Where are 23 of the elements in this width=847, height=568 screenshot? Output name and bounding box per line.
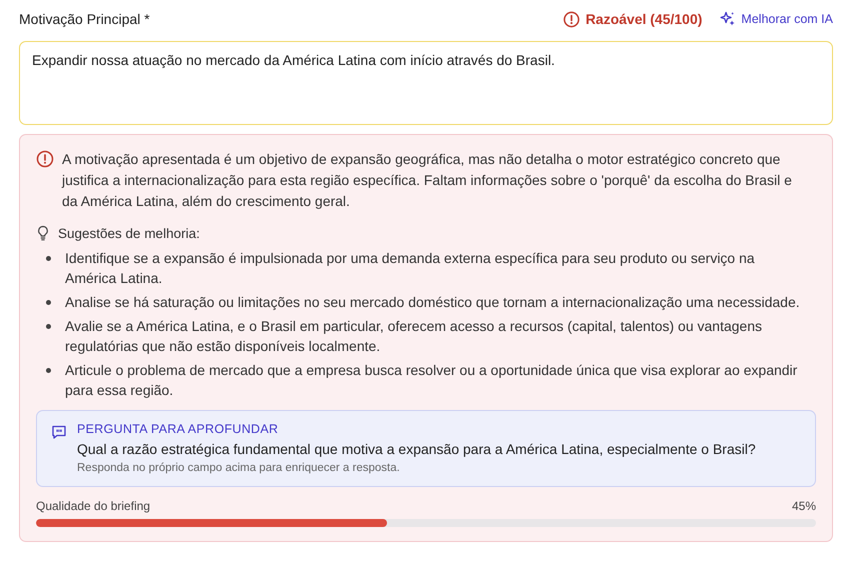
rating-text: Razoável (45/100)	[586, 11, 702, 27]
suggestion-text: Analise se há saturação ou limitações no seu mercado doméstico que tornam a internacionalização uma necessidade.	[65, 293, 800, 312]
bullet-icon	[46, 368, 51, 373]
bullet-icon	[46, 324, 51, 329]
suggestion-text: Avalie se a América Latina, e o Brasil em particular, oferecem acesso a recursos (capital, talentos) ou vantagens regulatórias que não estão disponíveis localmente.	[65, 317, 763, 356]
field-label: Motivação Principal *	[19, 11, 150, 27]
question-text: Qual a razão estratégica fundamental que motiva a expansão para a América Latina, especialmente o Brasil?	[77, 441, 756, 457]
motivation-field[interactable]: Expandir nossa atuação no mercado da América Latina com início através do Brasil.	[19, 41, 833, 125]
suggestions-title: Sugestões de melhoria:	[58, 226, 200, 240]
alert-icon	[36, 150, 54, 168]
bullet-icon	[46, 256, 51, 261]
lightbulb-icon	[36, 225, 50, 241]
quality-label: Qualidade do briefing	[36, 499, 150, 513]
improve-button[interactable]: Melhorar com IA	[720, 11, 833, 27]
bullet-icon	[46, 300, 51, 305]
suggestion-text: Identifique se a expansão é impulsionada por uma demanda externa específica para seu produto ou serviço na América Latina.	[65, 249, 756, 288]
sparkle-icon	[720, 11, 736, 27]
chat-icon	[51, 424, 67, 440]
feedback-message: A motivação apresentada é um objetivo de expansão geográfica, mas não detalha o motor estratégico concreto que justifica a internacionalização para esta região específica. Faltam informações sobre o 'porquê' da escolha do Brasil e da América Latina, além do crescimento geral.	[62, 150, 793, 211]
suggestion-text: Articule o problema de mercado que a empresa busca resolver ou a oportunidade única que visa explorar ao expandir para essa região.	[65, 361, 798, 400]
quality-reading: 45%	[792, 499, 816, 513]
question-hint: Responda no próprio campo acima para enriquecer a resposta.	[77, 462, 401, 474]
question-heading: PERGUNTA PARA APROFUNDAR	[77, 422, 280, 436]
